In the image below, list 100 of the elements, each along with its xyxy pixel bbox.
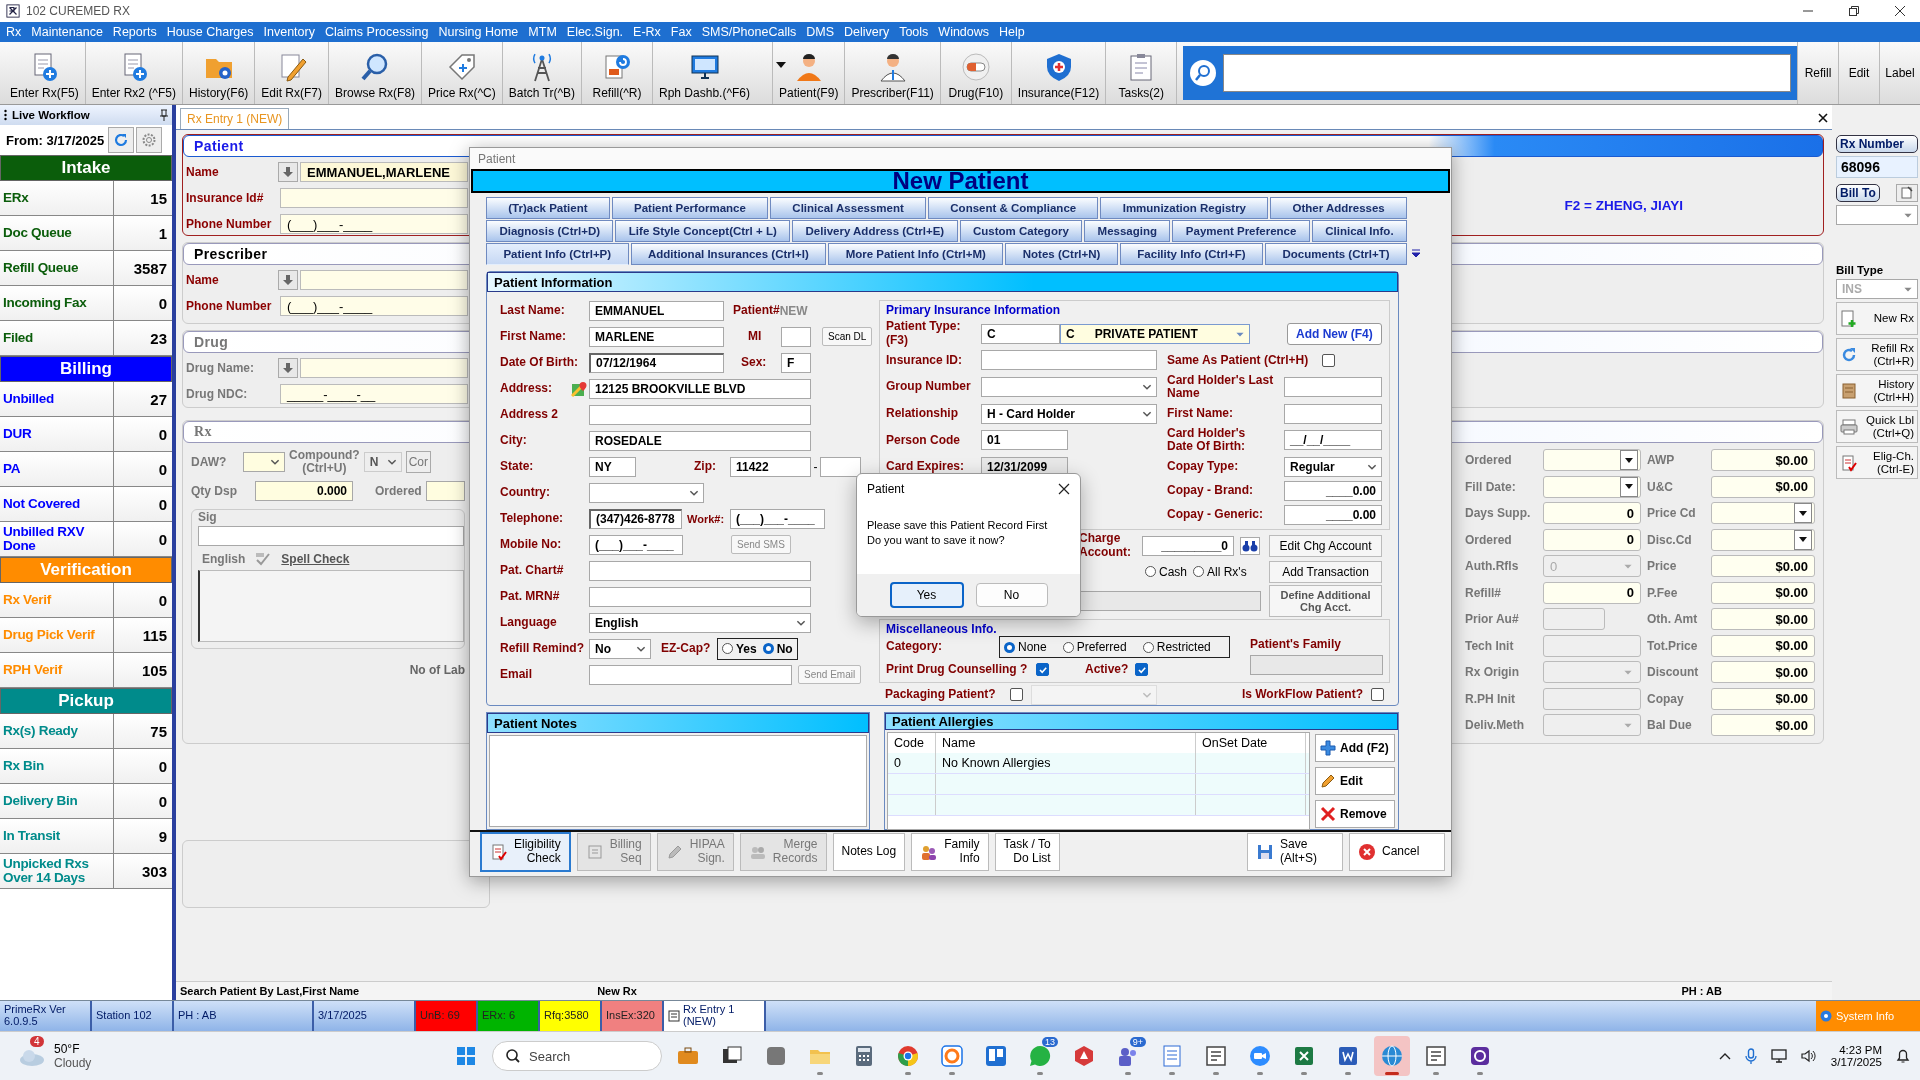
menu-item[interactable]: Windows xyxy=(938,25,990,39)
tab[interactable]: Consent & Compliance xyxy=(928,197,1099,220)
search-field[interactable] xyxy=(1223,54,1791,92)
workflow-item[interactable]: Refill Queue xyxy=(0,251,114,285)
toolbar-button[interactable]: Enter Rx2 (^F5) xyxy=(85,42,183,104)
allergy-button[interactable]: Remove xyxy=(1315,800,1395,828)
bill-to-button[interactable]: Bill To xyxy=(1836,184,1880,202)
text-field[interactable] xyxy=(820,456,861,477)
text-field[interactable]: C xyxy=(981,323,1060,344)
tab[interactable]: Additional Insurances (Ctrl+I) xyxy=(630,243,827,266)
tab[interactable]: Messaging xyxy=(1084,220,1171,243)
menu-item[interactable]: E-Rx xyxy=(633,25,661,39)
workflow-item[interactable]: Doc Queue xyxy=(0,216,114,250)
sig-field[interactable] xyxy=(198,526,464,547)
menu-item[interactable]: Nursing Home xyxy=(438,25,519,39)
text-field[interactable] xyxy=(280,188,468,208)
text-field[interactable]: (___)___-____ xyxy=(589,534,683,555)
search-icon[interactable] xyxy=(1189,59,1218,87)
map-pin-icon[interactable] xyxy=(571,380,587,397)
text-field[interactable]: $0.00 xyxy=(1711,555,1815,577)
lookup-button[interactable] xyxy=(278,162,298,182)
text-field[interactable] xyxy=(589,586,811,607)
workflow-item[interactable]: Unpicked Rxs Over 14 Days xyxy=(0,854,114,888)
dropdown[interactable]: No xyxy=(589,638,651,659)
text-field[interactable]: F xyxy=(781,352,811,373)
text-field[interactable]: 0.000 xyxy=(255,481,353,502)
text-field[interactable] xyxy=(781,326,811,347)
footer-button[interactable]: Task / To Do List xyxy=(994,833,1060,871)
send-email-button[interactable]: Send Email xyxy=(798,665,862,685)
radio-button[interactable]: No xyxy=(762,641,793,656)
drag-handle-icon[interactable] xyxy=(4,109,7,121)
workflow-item[interactable]: Delivery Bin xyxy=(0,784,114,818)
toolbar-button[interactable]: Tasks(2) xyxy=(1106,42,1178,104)
text-field[interactable]: 12125 BROOKVILLE BLVD xyxy=(589,378,811,399)
workflow-item[interactable]: Rx(s) Ready xyxy=(0,714,114,748)
text-field[interactable]: 0 xyxy=(1543,528,1641,551)
allergy-button[interactable]: Add (F2) xyxy=(1315,734,1395,762)
search-field[interactable]: Search xyxy=(492,1041,662,1071)
close-button[interactable] xyxy=(1058,483,1070,495)
toolbar-button[interactable]: Enter Rx(F5) xyxy=(4,42,86,104)
toolbar-button[interactable]: Insurance(F12) xyxy=(1011,42,1107,104)
overflow-icon[interactable] xyxy=(1411,248,1421,259)
radio-button[interactable]: None xyxy=(1004,640,1047,654)
tab[interactable]: Payment Preference xyxy=(1172,220,1310,243)
workflow-item[interactable]: Rx Bin xyxy=(0,749,114,783)
text-field[interactable]: 01 xyxy=(981,430,1068,451)
save-button[interactable]: Save (Alt+S) xyxy=(1247,833,1343,871)
text-field[interactable]: (___)___-____ xyxy=(280,214,468,234)
menu-item[interactable]: Elec.Sign. xyxy=(566,25,624,39)
dropdown[interactable]: Regular xyxy=(1284,456,1382,477)
text-field[interactable] xyxy=(425,481,465,502)
dropdown[interactable]: C PRIVATE PATIENT xyxy=(1060,323,1250,344)
text-field[interactable] xyxy=(1543,608,1605,630)
text-field[interactable]: $0.00 xyxy=(1711,449,1815,471)
tab[interactable]: (Tr)ack Patient xyxy=(486,197,610,220)
tab[interactable]: Documents (Ctrl+T) xyxy=(1265,243,1407,266)
workflow-item[interactable]: Unbilled RXV Done xyxy=(0,522,114,556)
tab[interactable]: Patient Info (Ctrl+P) xyxy=(486,243,629,266)
text-field[interactable] xyxy=(589,664,792,685)
settings-button[interactable] xyxy=(136,127,163,153)
tab[interactable]: Other Addresses xyxy=(1270,197,1407,220)
toolbar-button[interactable]: Patient(F9) xyxy=(773,42,846,104)
toolbar-button[interactable]: Browse Rx(F8) xyxy=(329,42,423,104)
text-field[interactable] xyxy=(1543,634,1641,657)
toolbar-button[interactable]: Label xyxy=(1879,42,1920,104)
toolbar-button[interactable]: Edit xyxy=(1838,42,1879,104)
checkbox[interactable] xyxy=(1036,663,1049,676)
menu-item[interactable]: Tools xyxy=(899,25,929,39)
radio-button[interactable]: Yes xyxy=(722,641,757,656)
checkbox[interactable] xyxy=(1322,353,1335,367)
workflow-item[interactable]: Incoming Fax xyxy=(0,286,114,320)
text-field[interactable]: _____-____-__ xyxy=(280,384,468,404)
restore-button[interactable] xyxy=(1848,5,1860,17)
define-charge-account-button[interactable]: Define Additional Chg Acct. xyxy=(1269,584,1382,617)
edit-charge-account-button[interactable]: Edit Chg Account xyxy=(1269,534,1382,557)
menu-item[interactable]: MTM xyxy=(528,25,557,39)
text-field[interactable]: MARLENE xyxy=(589,326,724,347)
dropdown[interactable]: H - Card Holder xyxy=(981,403,1157,424)
text-field[interactable]: 11422 xyxy=(730,456,811,477)
send-sms-button[interactable]: Send SMS xyxy=(731,535,791,555)
dialog-button[interactable]: No xyxy=(975,583,1048,607)
text-field[interactable]: (___)___-____ xyxy=(280,296,468,316)
toolbar-button[interactable]: Drug(F10) xyxy=(940,42,1012,104)
toolbar-button[interactable]: Edit Rx(F7) xyxy=(255,42,330,104)
notes-area[interactable] xyxy=(489,735,867,827)
edit-icon[interactable] xyxy=(1896,184,1918,202)
action-button[interactable]: Elig-Ch. (Ctrl-E) xyxy=(1836,446,1918,479)
checkbox[interactable] xyxy=(1135,663,1148,676)
workflow-item[interactable]: Filed xyxy=(0,321,114,355)
menu-item[interactable]: Reports xyxy=(112,25,157,39)
add-transaction-button[interactable]: Add Transaction xyxy=(1269,560,1382,583)
text-field[interactable] xyxy=(589,560,811,581)
text-field[interactable]: EMMANUEL xyxy=(589,300,724,321)
refresh-button[interactable] xyxy=(108,127,135,153)
spell-check-link[interactable]: Spell Check xyxy=(281,552,350,567)
dropdown[interactable] xyxy=(981,376,1157,397)
radio-button[interactable]: Cash xyxy=(1145,564,1187,579)
binoculars-icon[interactable] xyxy=(1240,536,1260,555)
menu-item[interactable]: DMS xyxy=(806,25,834,39)
tab[interactable]: Clinical Assessment xyxy=(770,197,927,220)
